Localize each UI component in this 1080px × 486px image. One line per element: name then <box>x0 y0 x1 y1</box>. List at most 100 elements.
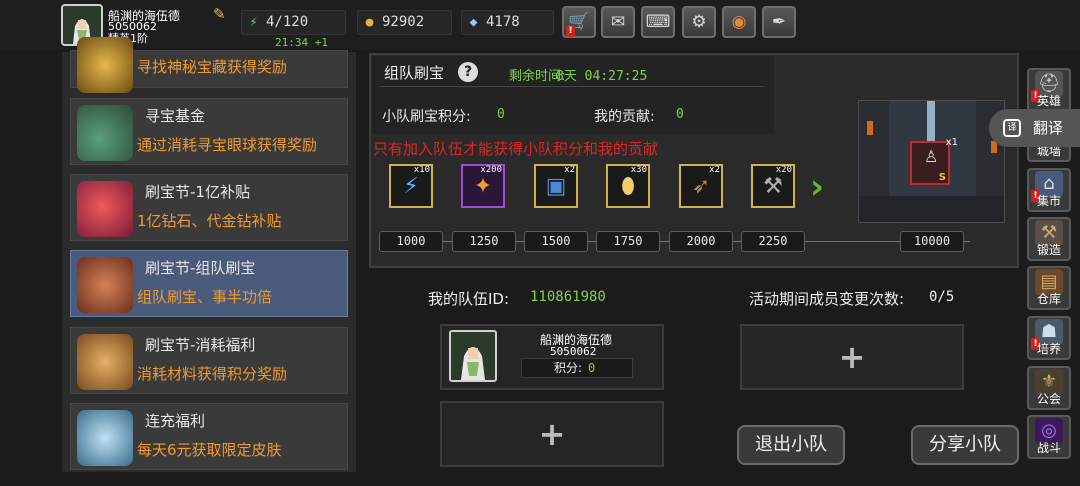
nav-guild[interactable]: ⚜ 公会 <box>1027 366 1071 410</box>
member-score: 积分: 0 <box>521 358 633 378</box>
contribution-value: 0 <box>676 107 684 122</box>
treasure-bag-icon <box>77 105 133 161</box>
team-id-value: 110861980 <box>530 289 606 305</box>
open-chest-icon <box>77 334 133 390</box>
red-gem-icon <box>77 181 133 237</box>
event-item-desc: 消耗材料获得积分奖励 <box>137 365 288 383</box>
figure-icon: ♙ <box>924 147 939 166</box>
gear-icon: ⚙ <box>691 12 707 32</box>
gem-counter[interactable]: ◆ 4178 <box>461 10 554 35</box>
nav-label: 仓库 <box>1036 292 1061 306</box>
event-item-fund[interactable]: 寻宝基金 通过消耗寻宝眼球获得奖励 <box>70 98 348 165</box>
mail-icon: ✉ <box>610 12 626 32</box>
chevron-right-icon[interactable]: › <box>810 168 838 206</box>
blue-book-icon: ▣ <box>545 174 567 199</box>
milestone-10000: 10000 <box>900 231 964 252</box>
milestone-2000: 2000 <box>669 231 733 252</box>
gem-value: 4178 <box>486 14 520 30</box>
grand-prize-rank: S <box>938 172 946 183</box>
edit-name-icon[interactable]: ✎ <box>213 6 229 22</box>
leave-team-button[interactable]: 退出小队 <box>737 425 845 465</box>
feather-button[interactable]: ✒ <box>762 6 796 38</box>
event-item-title: 寻宝基金 <box>145 107 206 125</box>
translate-button[interactable]: 译 翻译 <box>989 109 1080 147</box>
milestone-1750: 1750 <box>596 231 660 252</box>
team-score-value: 0 <box>497 107 505 122</box>
team-id-label: 我的队伍ID: <box>428 290 510 308</box>
grand-prize-item[interactable]: x1 ♙ S <box>910 137 958 185</box>
join-team-warning: 只有加入队伍才能获得小队积分和我的贡献 <box>373 140 659 158</box>
nav-label: 锻造 <box>1036 243 1061 257</box>
nav-forge[interactable]: ⚒ 锻造 <box>1027 217 1071 261</box>
nav-training[interactable]: ☗ ! 培养 <box>1027 316 1071 360</box>
member-avatar <box>449 330 497 382</box>
event-item-desc: 通过消耗寻宝眼球获得奖励 <box>137 136 318 154</box>
event-item-subsidy[interactable]: 刷宝节-1亿补贴 1亿钻石、代金钻补贴 <box>70 174 348 241</box>
event-item-title: 刷宝节-消耗福利 <box>145 336 256 354</box>
reward-slot[interactable]: x30 ⬮ <box>606 164 650 208</box>
nav-market[interactable]: ⌂ ! 集市 <box>1027 168 1071 212</box>
member-portrait-icon <box>451 332 495 380</box>
empty-member-slot[interactable]: + <box>740 324 964 390</box>
energy-timer: 21:34 +1 <box>275 36 328 49</box>
nav-label: 战斗 <box>1036 441 1061 455</box>
gem-icon: ◆ <box>469 15 478 30</box>
nav-hero[interactable]: ⛑ ! 英雄 <box>1027 68 1071 112</box>
event-item-title: 连充福利 <box>145 412 206 430</box>
energy-value: 4/120 <box>266 14 309 30</box>
game-screen: 船渊的海伍德 5050062 精英1阶 ✎ ⚡ 4/120 21:34 +1 ●… <box>0 0 1080 486</box>
feather-icon: ✒ <box>771 12 787 32</box>
color-wheel-button[interactable]: ◉ <box>722 6 756 38</box>
controller-button[interactable]: ⌨ <box>641 6 675 38</box>
help-question-icon[interactable]: ? <box>458 62 478 82</box>
golden-egg-icon: ⬮ <box>621 174 635 199</box>
lightning-scroll-icon: ⚡ <box>403 174 419 199</box>
empty-member-slot[interactable]: + <box>440 401 664 467</box>
header-divider <box>380 86 764 87</box>
milestone-2250: 2250 <box>741 231 805 252</box>
remaining-time-value: 8天 04:27:25 <box>556 69 648 84</box>
gold-value: 92902 <box>382 14 425 30</box>
event-header: 组队刷宝 ? 剩余时间: 8天 04:27:25 小队刷宝积分: 0 我的贡献:… <box>372 56 774 134</box>
ice-crystal-icon <box>77 410 133 466</box>
nav-label: 英雄 <box>1036 94 1061 108</box>
reward-slot[interactable]: x200 ✦ <box>461 164 505 208</box>
grand-prize-count: x1 <box>945 137 958 148</box>
energy-counter[interactable]: ⚡ 4/120 <box>241 10 346 35</box>
treasure-chest-icon <box>77 37 133 93</box>
event-item-title: 刷宝节-组队刷宝 <box>145 259 256 277</box>
nav-battle[interactable]: ◎ 战斗 <box>1027 415 1071 459</box>
event-item-recharge[interactable]: 连充福利 每天6元获取限定皮肤 <box>70 403 348 470</box>
milestone-1250: 1250 <box>452 231 516 252</box>
milestone-1000: 1000 <box>379 231 443 252</box>
event-item-desc: 1亿钻石、代金钻补贴 <box>137 212 282 230</box>
nav-warehouse[interactable]: ▤ 仓库 <box>1027 266 1071 310</box>
nav-label: 培养 <box>1036 342 1061 356</box>
horn-icon: ➶ <box>691 174 711 199</box>
milestone-1500: 1500 <box>524 231 588 252</box>
gold-counter[interactable]: ● 92902 <box>357 10 452 35</box>
energy-bolt-icon: ⚡ <box>249 15 258 30</box>
member-change-label: 活动期间成员变更次数: <box>749 290 905 308</box>
event-item-treasure[interactable]: 寻找神秘宝藏获得奖励 <box>70 37 348 93</box>
event-item-title: 刷宝节-1亿补贴 <box>145 183 250 201</box>
color-wheel-icon: ◉ <box>731 12 747 32</box>
reward-slot[interactable]: x10 ⚡ <box>389 164 433 208</box>
member-change-value: 0/5 <box>929 289 955 305</box>
member-id: 5050062 <box>550 345 597 358</box>
event-item-desc: 寻找神秘宝藏获得奖励 <box>137 58 288 76</box>
share-team-button[interactable]: 分享小队 <box>911 425 1019 465</box>
settings-button[interactable]: ⚙ <box>682 6 716 38</box>
shop-button[interactable]: 🛒! <box>562 6 596 38</box>
event-item-consume[interactable]: 刷宝节-消耗福利 消耗材料获得积分奖励 <box>70 327 348 394</box>
mail-button[interactable]: ✉ <box>601 6 635 38</box>
reward-slot[interactable]: x2 ▣ <box>534 164 578 208</box>
reward-slot[interactable]: x20 ⚒ <box>751 164 795 208</box>
event-title: 组队刷宝 <box>384 64 445 82</box>
reward-slot[interactable]: x2 ➶ <box>679 164 723 208</box>
event-list-panel: 寻找神秘宝藏获得奖励 寻宝基金 通过消耗寻宝眼球获得奖励 刷宝节-1亿补贴 1亿… <box>62 37 356 472</box>
nav-label: 公会 <box>1036 392 1061 406</box>
shop-alert-badge: ! <box>566 25 575 37</box>
add-member-icon: + <box>538 415 566 453</box>
event-item-team-farm[interactable]: 刷宝节-组队刷宝 组队刷宝、事半功倍 <box>70 250 348 317</box>
